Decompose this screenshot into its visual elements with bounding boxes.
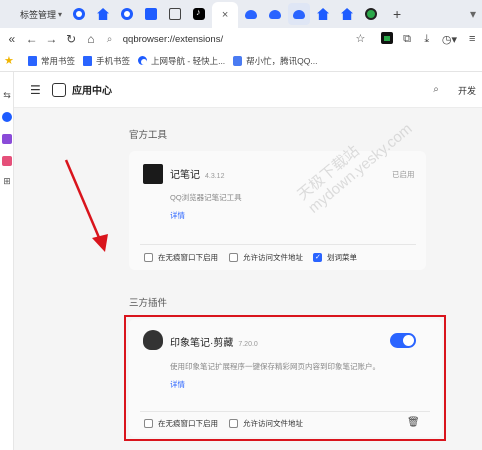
annotation-highlight-box	[124, 315, 446, 441]
